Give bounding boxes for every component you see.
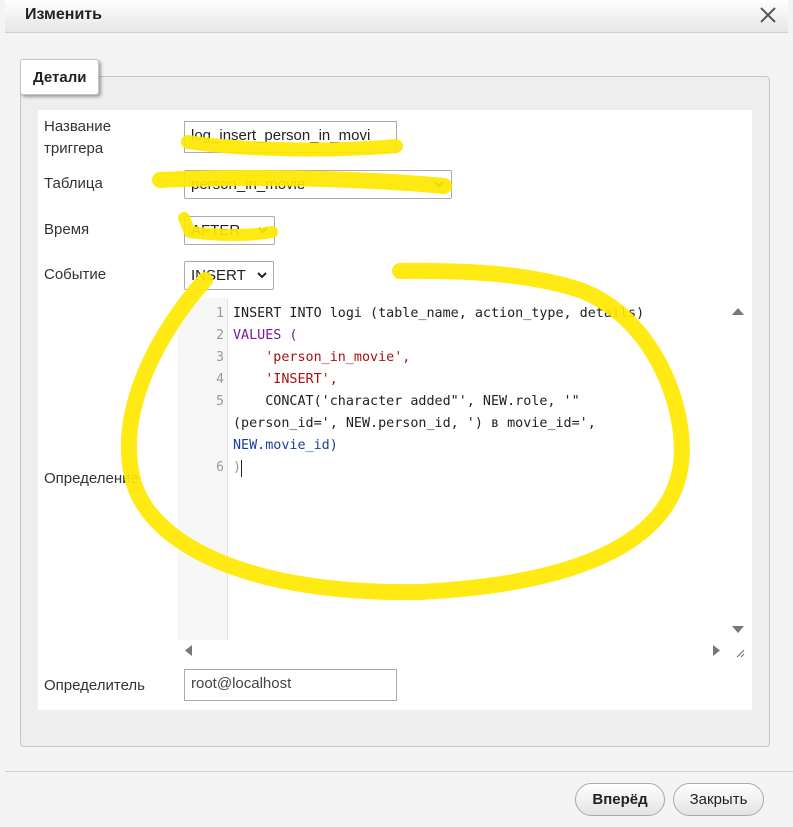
dialog-title: Изменить — [25, 6, 102, 23]
trigger-name-input[interactable]: log_insert_person_in_movi — [184, 121, 397, 153]
scroll-down-icon[interactable] — [731, 625, 745, 635]
chevron-down-icon — [257, 272, 267, 279]
footer-divider — [5, 771, 793, 772]
event-label: Событие — [44, 266, 107, 283]
code-line: ) — [233, 460, 242, 475]
chevron-down-icon — [434, 181, 444, 188]
event-select-value: INSERT — [191, 267, 246, 284]
trigger-name-label: Название триггера — [44, 118, 112, 157]
code-line: INSERT INTO logi (table_name, action_typ… — [233, 306, 645, 321]
line-number: 4 — [216, 372, 224, 387]
line-number: 3 — [216, 350, 224, 365]
line-number: 6 — [216, 460, 224, 475]
code-line: 'INSERT', — [233, 372, 338, 387]
line-number: 2 — [216, 328, 224, 343]
dialog-titlebar: Изменить — [5, 0, 788, 33]
code-line: 'person_in_movie', — [233, 350, 411, 365]
definer-label: Определитель — [44, 677, 145, 694]
code-line: NEW.movie_id) — [233, 438, 338, 453]
time-select[interactable]: AFTER — [184, 216, 275, 245]
resize-grip-icon[interactable] — [735, 648, 745, 658]
forward-button[interactable]: Вперёд — [575, 783, 665, 816]
time-select-value: AFTER — [191, 222, 241, 239]
scroll-left-icon[interactable] — [183, 644, 193, 657]
chevron-down-icon — [258, 227, 268, 234]
definition-label: Определение — [44, 470, 139, 487]
scroll-right-icon[interactable] — [712, 644, 722, 657]
line-number: 5 — [216, 394, 224, 409]
table-select[interactable]: person_in_movie — [184, 170, 452, 199]
table-label: Таблица — [44, 175, 103, 192]
text-cursor — [241, 460, 242, 477]
time-label: Время — [44, 221, 90, 238]
line-number: 1 — [216, 306, 224, 321]
scroll-up-icon[interactable] — [731, 306, 745, 316]
code-line: CONCAT('character added"', NEW.role, '" — [233, 394, 580, 409]
definer-input[interactable]: root@localhost — [184, 669, 397, 701]
close-icon[interactable] — [757, 4, 779, 26]
table-select-value: person_in_movie — [191, 176, 306, 193]
close-button[interactable]: Закрыть — [673, 783, 764, 816]
code-line: VALUES ( — [233, 328, 298, 343]
code-line: (person_id=', NEW.person_id, ') в movie_… — [233, 416, 596, 431]
event-select[interactable]: INSERT — [184, 261, 274, 290]
details-legend: Детали — [20, 59, 100, 95]
